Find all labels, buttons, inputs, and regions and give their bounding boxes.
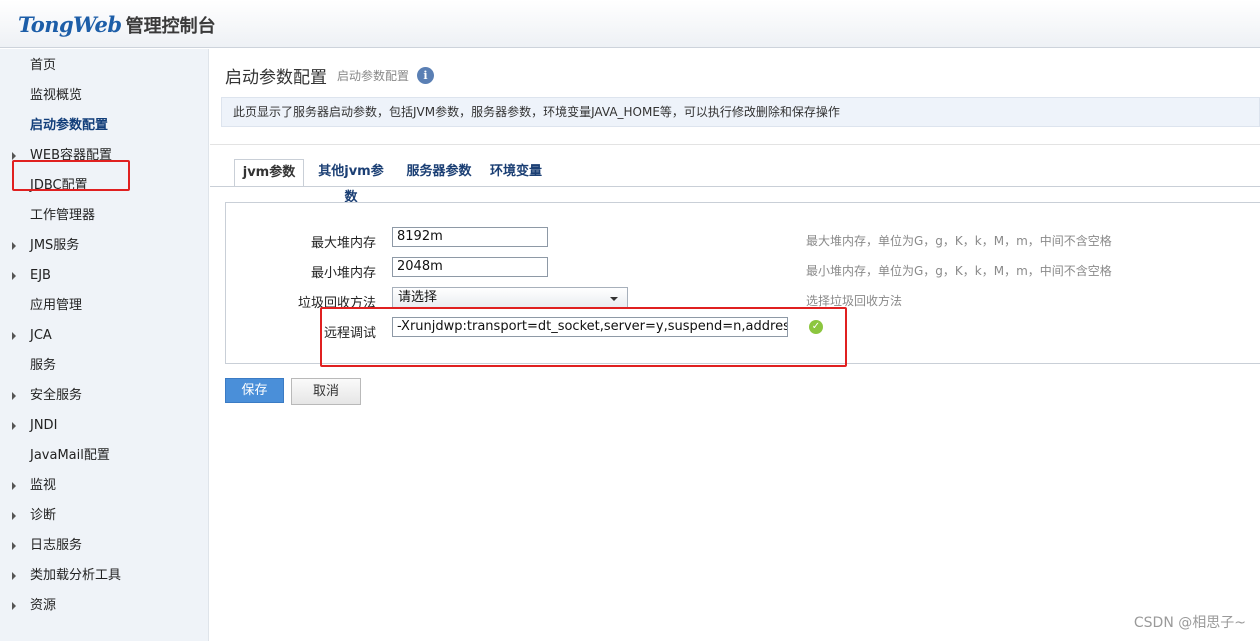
sidebar-item-label: 监视 (30, 478, 57, 493)
sidebar-item-security[interactable]: 安全服务 (12, 384, 192, 408)
sidebar-item-label: 日志服务 (30, 538, 83, 553)
expand-arrow-icon (12, 152, 16, 160)
page-title: 启动参数配置 (225, 68, 327, 88)
page-description: 此页显示了服务器启动参数，包括JVM参数，服务器参数，环境变量JAVA_HOME… (221, 97, 1260, 127)
tab-jvm-params[interactable]: jvm参数 (234, 159, 304, 187)
info-icon[interactable]: i (417, 67, 435, 84)
expand-arrow-icon (12, 482, 16, 490)
annotation-highlight-box (12, 160, 130, 191)
gc-method-select[interactable]: 请选择 (392, 287, 628, 309)
sidebar-item-services[interactable]: 服务 (12, 354, 192, 378)
sidebar-item-jca[interactable]: JCA (12, 324, 192, 348)
sidebar-item-classloader-tool[interactable]: 类加载分析工具 (12, 564, 192, 588)
sidebar-item-label: 首页 (30, 58, 57, 73)
sidebar-item-label: 监视概览 (30, 88, 83, 103)
sidebar-item-label: EJB (30, 268, 51, 283)
tab-server-params[interactable]: 服务器参数 (402, 159, 476, 187)
sidebar-item-label: 诊断 (30, 508, 57, 523)
chevron-down-icon (610, 297, 618, 301)
sidebar-item-label: JMS服务 (30, 238, 80, 253)
sidebar-item-log-service[interactable]: 日志服务 (12, 534, 192, 558)
expand-arrow-icon (12, 392, 16, 400)
app-logo: TongWeb 管理控制台 (18, 12, 216, 38)
tab-other-jvm-params[interactable]: 其他jvm参数 (312, 159, 390, 205)
sidebar-item-label: JCA (30, 328, 52, 343)
save-button[interactable]: 保存 (225, 378, 284, 403)
sidebar-item-diagnose[interactable]: 诊断 (12, 504, 192, 528)
max-heap-input[interactable]: 8192m (392, 227, 548, 247)
gc-method-selected: 请选择 (398, 290, 438, 305)
sidebar-item-jms[interactable]: JMS服务 (12, 234, 192, 258)
app-header: TongWeb 管理控制台 (0, 0, 1260, 48)
sidebar-item-home[interactable]: 首页 (12, 54, 192, 78)
sidebar-item-monitor[interactable]: 监视 (12, 474, 192, 498)
logo-brand: TongWeb (18, 12, 122, 37)
tab-divider (210, 186, 1260, 187)
expand-arrow-icon (12, 572, 16, 580)
main-content: 启动参数配置 启动参数配置 i 此页显示了服务器启动参数，包括JVM参数，服务器… (210, 49, 1260, 641)
sidebar-item-app-management[interactable]: 应用管理 (12, 294, 192, 318)
expand-arrow-icon (12, 542, 16, 550)
min-heap-label: 最小堆内存 (310, 266, 376, 281)
sidebar-item-startup-params[interactable]: 启动参数配置 (12, 114, 192, 138)
sidebar-item-monitor-overview[interactable]: 监视概览 (12, 84, 192, 108)
annotation-highlight-box (320, 307, 847, 367)
expand-arrow-icon (12, 602, 16, 610)
max-heap-hint: 最大堆内存，单位为G，g，K，k，M，m，中间不含空格 (806, 234, 1112, 248)
sidebar-item-label: JNDI (30, 418, 58, 433)
sidebar-item-label: 资源 (30, 598, 57, 613)
min-heap-input[interactable]: 2048m (392, 257, 548, 277)
max-heap-label: 最大堆内存 (310, 236, 376, 251)
sidebar-item-label: 类加载分析工具 (30, 568, 122, 583)
sidebar-item-label: 应用管理 (30, 298, 83, 313)
sidebar-item-ejb[interactable]: EJB (12, 264, 192, 288)
logo-subtitle: 管理控制台 (125, 16, 216, 37)
sidebar-item-label: 安全服务 (30, 388, 83, 403)
expand-arrow-icon (12, 512, 16, 520)
page-subtitle: 启动参数配置 (337, 69, 410, 83)
sidebar-item-javamail[interactable]: JavaMail配置 (12, 444, 192, 468)
sidebar: 首页 监视概览 启动参数配置 WEB容器配置 JDBC配置 工作管理器 JMS服… (0, 49, 209, 641)
tab-env-vars[interactable]: 环境变量 (486, 159, 546, 187)
sidebar-item-work-manager[interactable]: 工作管理器 (12, 204, 192, 228)
min-heap-hint: 最小堆内存，单位为G，g，K，k，M，m，中间不含空格 (806, 264, 1112, 278)
expand-arrow-icon (12, 332, 16, 340)
expand-arrow-icon (12, 422, 16, 430)
tab-bar: jvm参数 其他jvm参数 服务器参数 环境变量 (234, 159, 1260, 205)
sidebar-item-resources[interactable]: 资源 (12, 594, 192, 618)
expand-arrow-icon (12, 272, 16, 280)
expand-arrow-icon (12, 242, 16, 250)
sidebar-item-label: 启动参数配置 (30, 118, 109, 133)
sidebar-item-label: 服务 (30, 358, 57, 373)
cancel-button[interactable]: 取消 (291, 378, 361, 405)
divider (210, 144, 1260, 145)
sidebar-item-jndi[interactable]: JNDI (12, 414, 192, 438)
sidebar-item-label: JavaMail配置 (30, 448, 110, 463)
title-row: 启动参数配置 启动参数配置 i (225, 63, 435, 88)
sidebar-item-label: 工作管理器 (30, 208, 96, 223)
watermark: CSDN @相思子~ (1133, 615, 1246, 631)
